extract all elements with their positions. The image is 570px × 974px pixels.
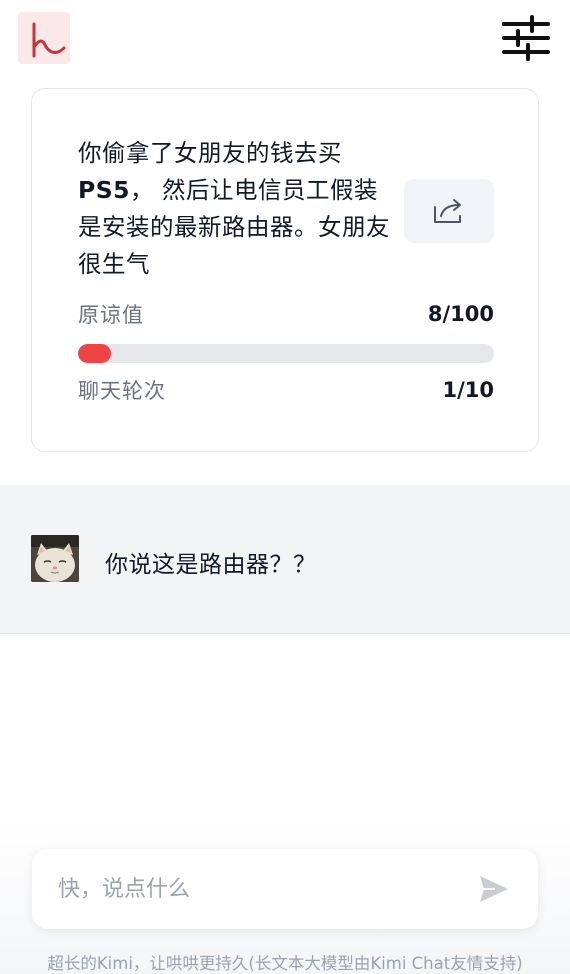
forgiveness-row: 原谅值 8/100: [78, 299, 494, 329]
forgiveness-label: 原谅值: [78, 303, 144, 327]
forgiveness-progress-fill: [78, 344, 112, 363]
cat-avatar: [31, 535, 79, 582]
message-text: 你说这是路由器？？: [105, 552, 317, 578]
share-icon: [434, 199, 461, 223]
message-row: 你说这是路由器？？: [0, 485, 570, 634]
send-button[interactable]: [477, 873, 511, 905]
forgiveness-value: 8/100: [427, 302, 494, 326]
kimi-logo-icon[interactable]: [18, 12, 70, 64]
scenario-card: 你偷拿了女朋友的钱去买PS5， 然后让电信员工假装是安装的最新路由器。女朋友很生…: [31, 88, 539, 452]
rounds-value: 1/10: [442, 378, 494, 402]
send-icon: [480, 876, 508, 902]
scenario-text: 你偷拿了女朋友的钱去买PS5， 然后让电信员工假装是安装的最新路由器。女朋友很生…: [78, 139, 390, 278]
footer-note: 超长的Kimi，让哄哄更持久(长文本大模型由Kimi Chat友情支持): [47, 954, 523, 973]
rounds-label: 聊天轮次: [78, 379, 166, 403]
top-bar: [0, 0, 570, 80]
app-root: 你偷拿了女朋友的钱去买PS5， 然后让电信员工假装是安装的最新路由器。女朋友很生…: [0, 0, 570, 974]
rounds-row: 聊天轮次 1/10: [78, 375, 494, 405]
sliders-icon[interactable]: [500, 14, 552, 62]
scenario-highlight: PS5: [78, 176, 130, 204]
share-button[interactable]: [404, 179, 494, 243]
forgiveness-progress-bar: [78, 344, 494, 363]
composer-box: [32, 849, 538, 929]
message-input[interactable]: [58, 869, 458, 909]
